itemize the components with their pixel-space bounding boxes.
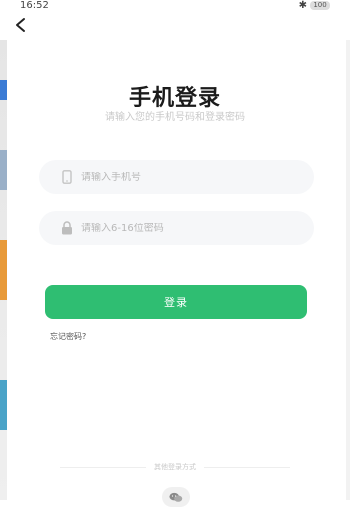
phone-icon — [61, 170, 73, 184]
password-input[interactable] — [81, 222, 281, 234]
lock-icon — [61, 221, 73, 235]
divider-line-right — [204, 466, 290, 468]
wechat-icon — [169, 492, 183, 502]
bluetooth-icon: ✱ — [298, 0, 307, 11]
divider-line-left — [60, 466, 146, 468]
back-button[interactable] — [10, 14, 32, 36]
login-button[interactable]: 登录 — [45, 285, 307, 319]
chevron-left-icon — [16, 18, 25, 32]
other-login-divider: 其他登录方式 — [60, 462, 290, 472]
status-time: 16:52 — [20, 0, 49, 11]
forgot-password-link[interactable]: 忘记密码? — [50, 331, 86, 342]
phone-input[interactable] — [81, 171, 281, 183]
page-subtitle: 请输入您的手机号码和登录密码 — [105, 112, 245, 123]
battery-icon: 100 — [310, 0, 330, 10]
password-field[interactable] — [39, 211, 314, 245]
status-right: ✱ 100 — [299, 0, 330, 11]
status-bar: 16:52 ✱ 100 — [0, 0, 350, 11]
phone-field[interactable] — [39, 160, 314, 194]
wechat-login-button[interactable] — [162, 487, 190, 507]
other-login-label: 其他登录方式 — [154, 463, 196, 471]
